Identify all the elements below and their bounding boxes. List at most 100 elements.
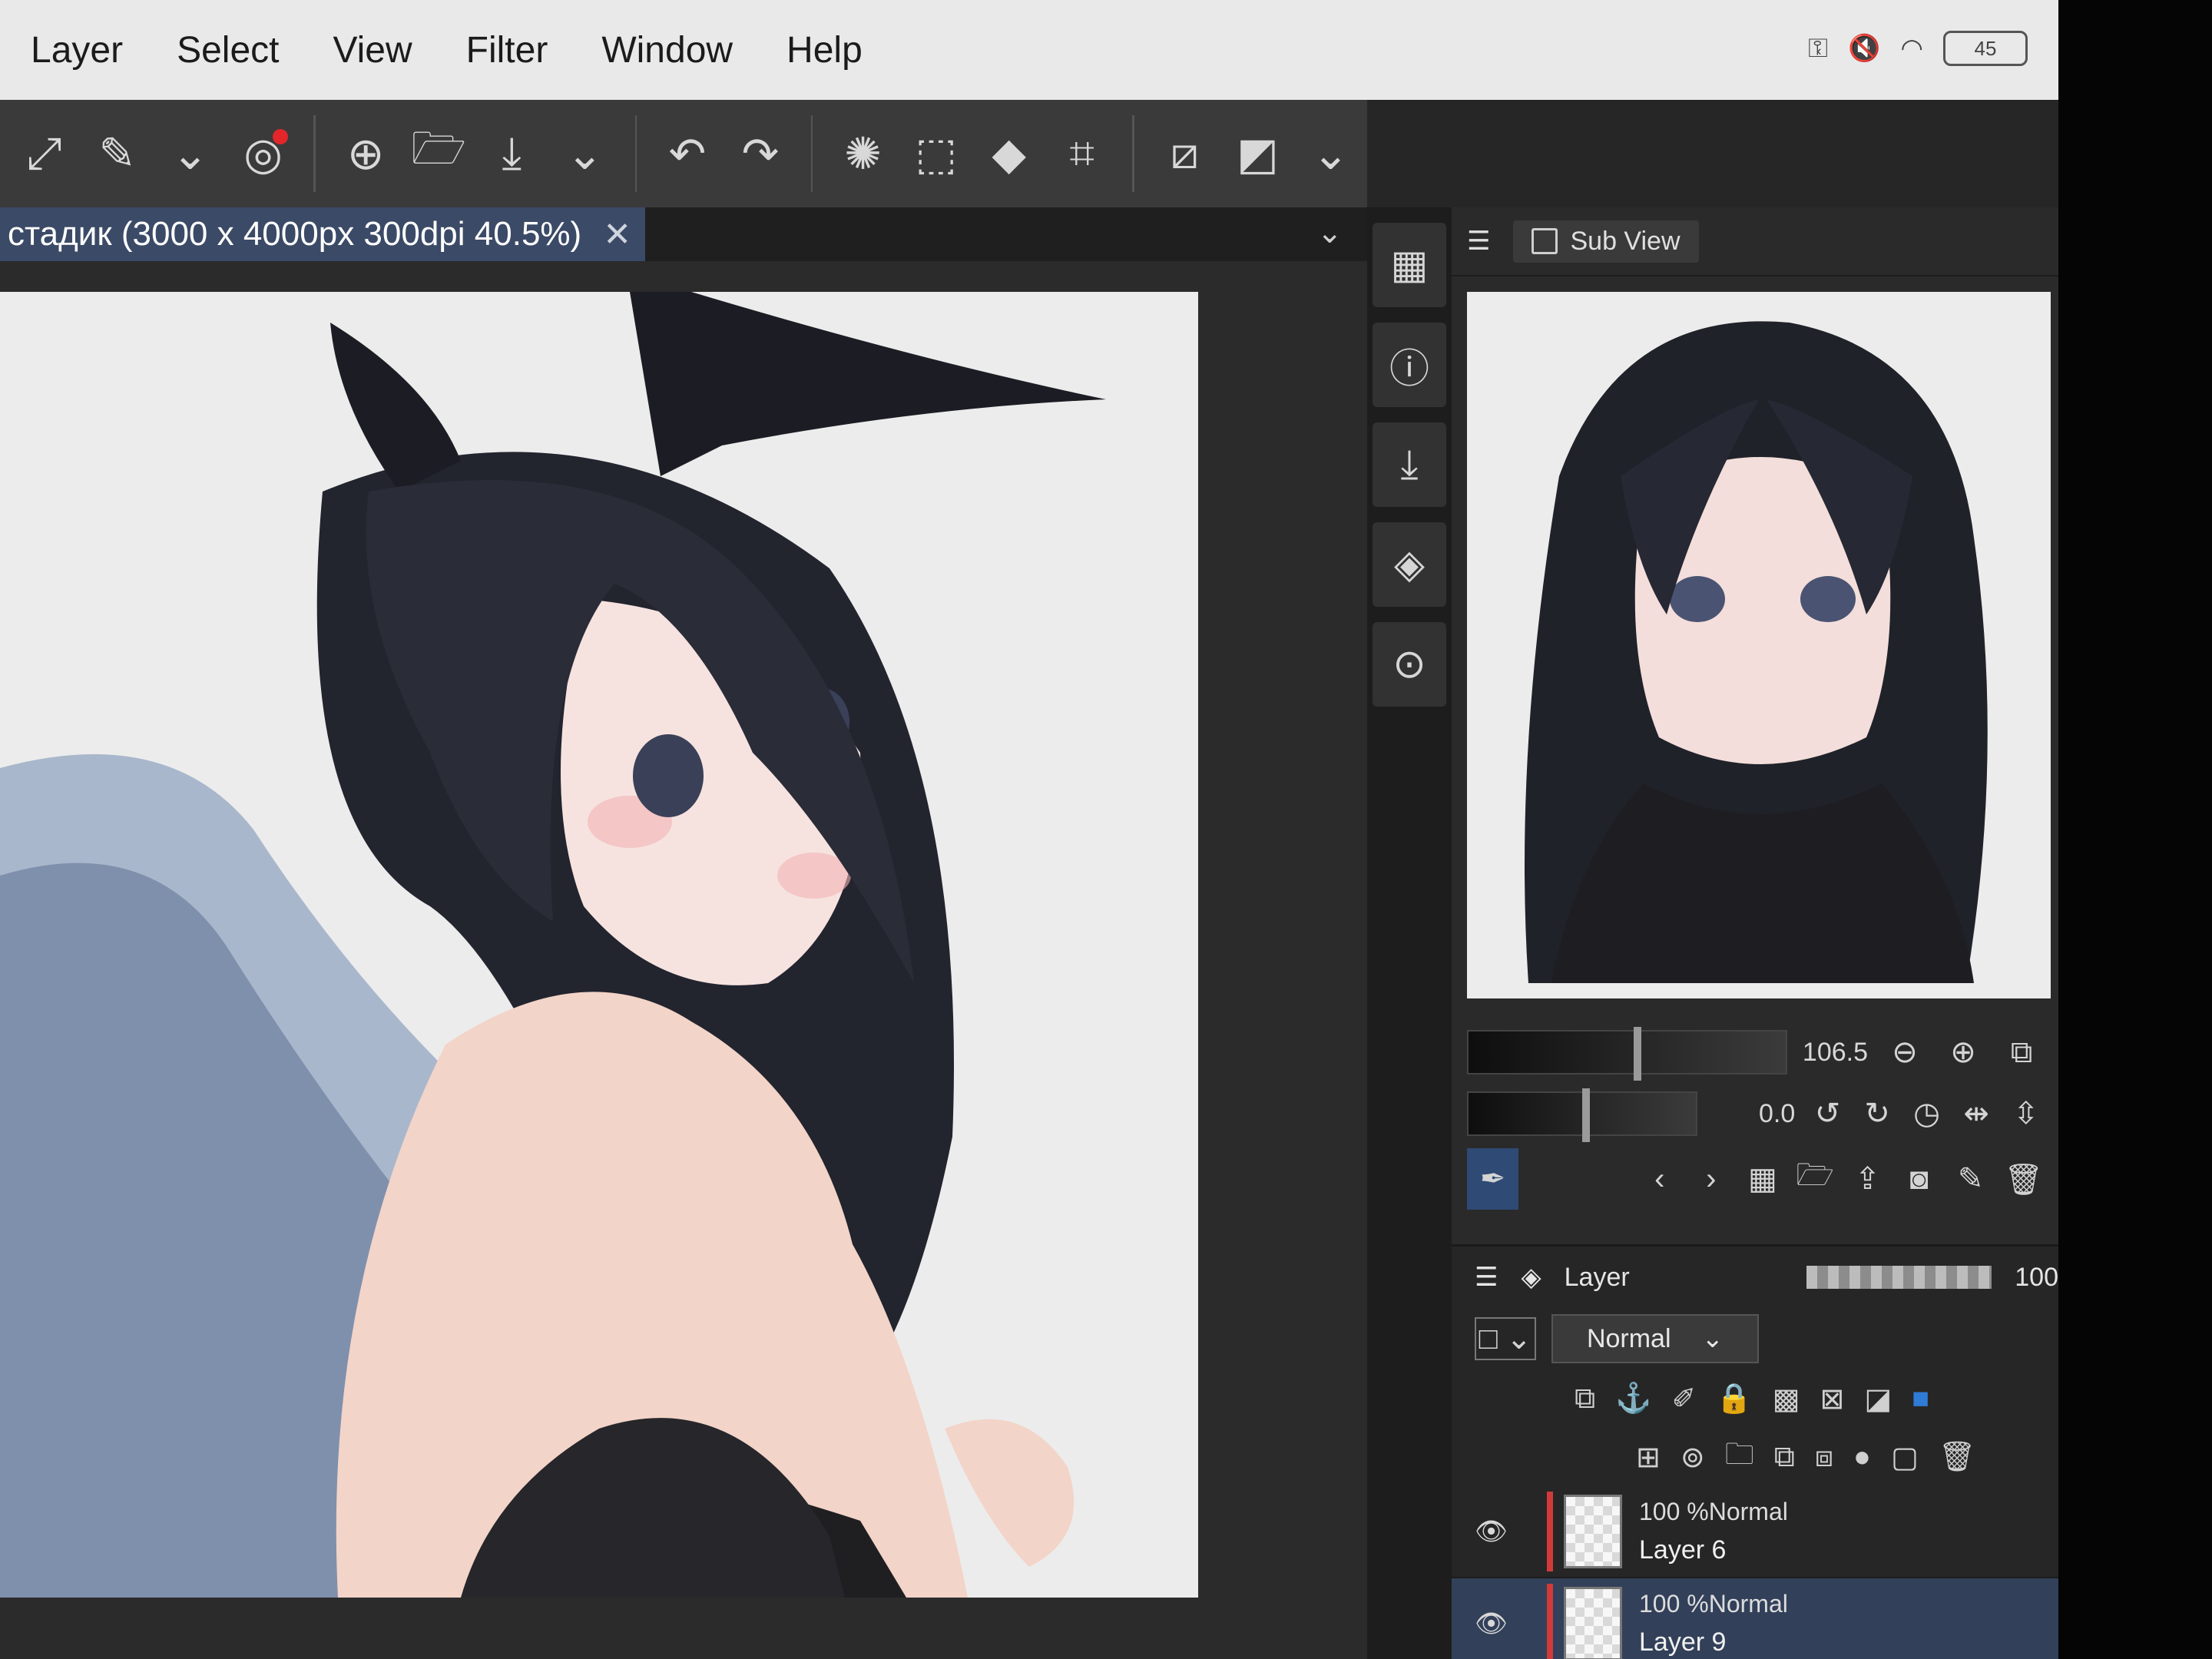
clear-selection-icon[interactable]: ⧄ [1153,117,1217,190]
artwork-illustration [0,292,1198,1598]
layer-row[interactable]: 👁 100 %Normal Layer 6 [1452,1486,2058,1578]
new-folder-icon[interactable]: 🗀 [1725,1432,1754,1482]
info-icon[interactable]: ⓘ [1373,323,1446,407]
open-image-icon[interactable]: 🗁 [1796,1157,1834,1200]
mask-icon[interactable]: ⊠ [1820,1382,1845,1416]
layer-property-icons: ⧉ ⚓ ✐ 🔒 ▩ ⊠ ◪ ■ [1452,1369,2058,1428]
flip-vertical-icon[interactable]: ⇳ [2008,1092,2043,1135]
import-icon[interactable]: ⤓ [1373,422,1446,507]
import-image-icon[interactable]: ⇪ [1849,1157,1886,1200]
rotate-left-icon[interactable]: ↺ [1810,1092,1845,1135]
draft-icon[interactable]: ✐ [1671,1382,1696,1416]
grid-view-icon[interactable]: ▦ [1744,1157,1780,1200]
menu-help[interactable]: Help [786,29,863,71]
fit-icon[interactable]: ⧉ [2000,1031,2043,1074]
ruler-icon[interactable]: ◪ [1864,1382,1892,1416]
new-layer-icon[interactable]: ⊞ [1636,1440,1661,1475]
layer-action-icons: ⊞ ⊚ 🗀 ⧉ ⧈ ● ▢ 🗑 [1452,1428,2058,1486]
canvas-area[interactable] [0,261,1367,1659]
layer-mask-icon[interactable]: ● [1853,1441,1871,1474]
loading-icon[interactable]: ✺ [831,117,895,190]
resize-icon[interactable]: ⤢ [12,117,76,190]
reference-illustration [1467,292,2051,998]
mute-icon: 🔇 [1847,34,1881,63]
visibility-eye-icon[interactable]: 👁 [1475,1608,1521,1639]
zoom-slider[interactable] [1467,1027,1787,1081]
menu-select[interactable]: Select [177,29,279,71]
eyedropper-icon[interactable]: ✒ [1467,1148,1519,1210]
layer-panel: ☰ ◈ Layer 100 □ ⌄ Normal ⌄ ⧉ ⚓ ✐ 🔒 ▩ ⊠ ◪… [1452,1244,2058,1659]
delete-layer-icon[interactable]: 🗑 [1939,1440,1975,1474]
menu-layer[interactable]: Layer [31,29,123,71]
close-icon[interactable]: ✕ [603,215,631,254]
blend-mode-value: Normal [1586,1323,1671,1353]
next-icon[interactable]: › [1693,1157,1729,1200]
layer-info: 100 %Normal Layer 9 [1639,1590,1788,1657]
layer-mode: 100 %Normal [1639,1498,1788,1525]
chevron-down-icon[interactable]: ⌄ [1299,117,1363,190]
opacity-value[interactable]: 100 [2015,1263,2058,1293]
menu-window[interactable]: Window [601,29,733,71]
edit-icon[interactable]: ✎ [85,117,149,190]
menu-icon[interactable]: ☰ [1467,226,1490,257]
grid-icon[interactable]: ▦ [1373,223,1446,307]
toolbar-separator [313,115,316,192]
lock-icon[interactable]: 🔒 [1716,1382,1752,1416]
apply-mask-icon[interactable]: ▢ [1891,1440,1919,1475]
artwork-canvas[interactable] [0,292,1198,1598]
save-icon[interactable]: ⤓ [480,117,544,190]
new-vector-layer-icon[interactable]: ⊚ [1681,1440,1705,1475]
zoom-in-icon[interactable]: ⊕ [1942,1031,1985,1074]
menu-view[interactable]: View [333,29,412,71]
document-tab[interactable]: стадик (3000 x 4000px 300dpi 40.5%) ✕ [0,207,645,261]
visibility-eye-icon[interactable]: 👁 [1475,1516,1521,1547]
sub-view-image[interactable] [1467,292,2051,998]
toolbar-separator [810,115,813,192]
blend-row: □ ⌄ Normal ⌄ [1452,1308,2058,1369]
delete-icon[interactable]: 🗑 [2004,1157,2043,1200]
menu-icon[interactable]: ☰ [1475,1262,1498,1293]
color-icon[interactable]: ■ [1912,1382,1929,1416]
redo-icon[interactable]: ↷ [728,117,792,190]
toolbar-separator [1132,115,1134,192]
sub-view-tab[interactable]: Sub View [1513,220,1699,263]
previous-icon[interactable]: ‹ [1641,1157,1677,1200]
app-window: Layer Select View Filter Window Help ⚿ 🔇… [0,0,2058,1659]
layer-thumbnail [1564,1495,1622,1568]
blend-mode-select[interactable]: Normal ⌄ [1551,1314,1759,1363]
layers-icon[interactable]: ◈ [1373,522,1446,607]
record-dot [272,129,288,144]
open-folder-icon[interactable]: 🗁 [407,117,471,190]
select-icon[interactable]: ⬚ [904,117,968,190]
menu-filter[interactable]: Filter [466,29,548,71]
fill-icon[interactable]: ◆ [977,117,1041,190]
layer-row[interactable]: 👁 100 %Normal Layer 9 [1452,1578,2058,1659]
rotate-right-icon[interactable]: ↻ [1860,1092,1895,1135]
new-canvas-icon[interactable]: ⊕ [334,117,398,190]
undo-icon[interactable]: ↶ [655,117,719,190]
reference-icon[interactable]: ⚓ [1615,1382,1651,1416]
zoom-slider-knob[interactable] [1633,1027,1641,1081]
chevron-down-icon[interactable]: ⌄ [1316,215,1343,250]
merge-down-icon[interactable]: ⧈ [1815,1441,1833,1474]
zoom-out-icon[interactable]: ⊖ [1883,1031,1926,1074]
reset-rotation-icon[interactable]: ◷ [1909,1092,1944,1135]
rotation-slider[interactable] [1467,1088,1697,1142]
record-icon[interactable]: ◎ [231,117,295,190]
copy-layer-icon[interactable]: ⧉ [1774,1441,1795,1474]
rotation-slider-knob[interactable] [1582,1088,1590,1142]
layer-color-mark [1547,1584,1553,1659]
lock-transparency-icon[interactable]: ▩ [1773,1382,1800,1416]
transform-icon[interactable]: ⌗ [1050,117,1114,190]
search-icon[interactable]: ⊙ [1373,622,1446,707]
flip-horizontal-icon[interactable]: ⇹ [1959,1092,1994,1135]
chevron-down-icon[interactable]: ⌄ [158,117,222,190]
layer-color-icon[interactable]: □ ⌄ [1475,1317,1536,1360]
opacity-slider[interactable] [1806,1266,1992,1289]
invert-selection-icon[interactable]: ◩ [1226,117,1290,190]
clip-icon[interactable]: ⧉ [1575,1382,1595,1416]
chevron-down-icon[interactable]: ⌄ [553,117,617,190]
edit-image-icon[interactable]: ✎ [1952,1157,1988,1200]
camera-icon[interactable]: ◙ [1901,1157,1937,1200]
layer-thumbnail [1564,1587,1622,1659]
